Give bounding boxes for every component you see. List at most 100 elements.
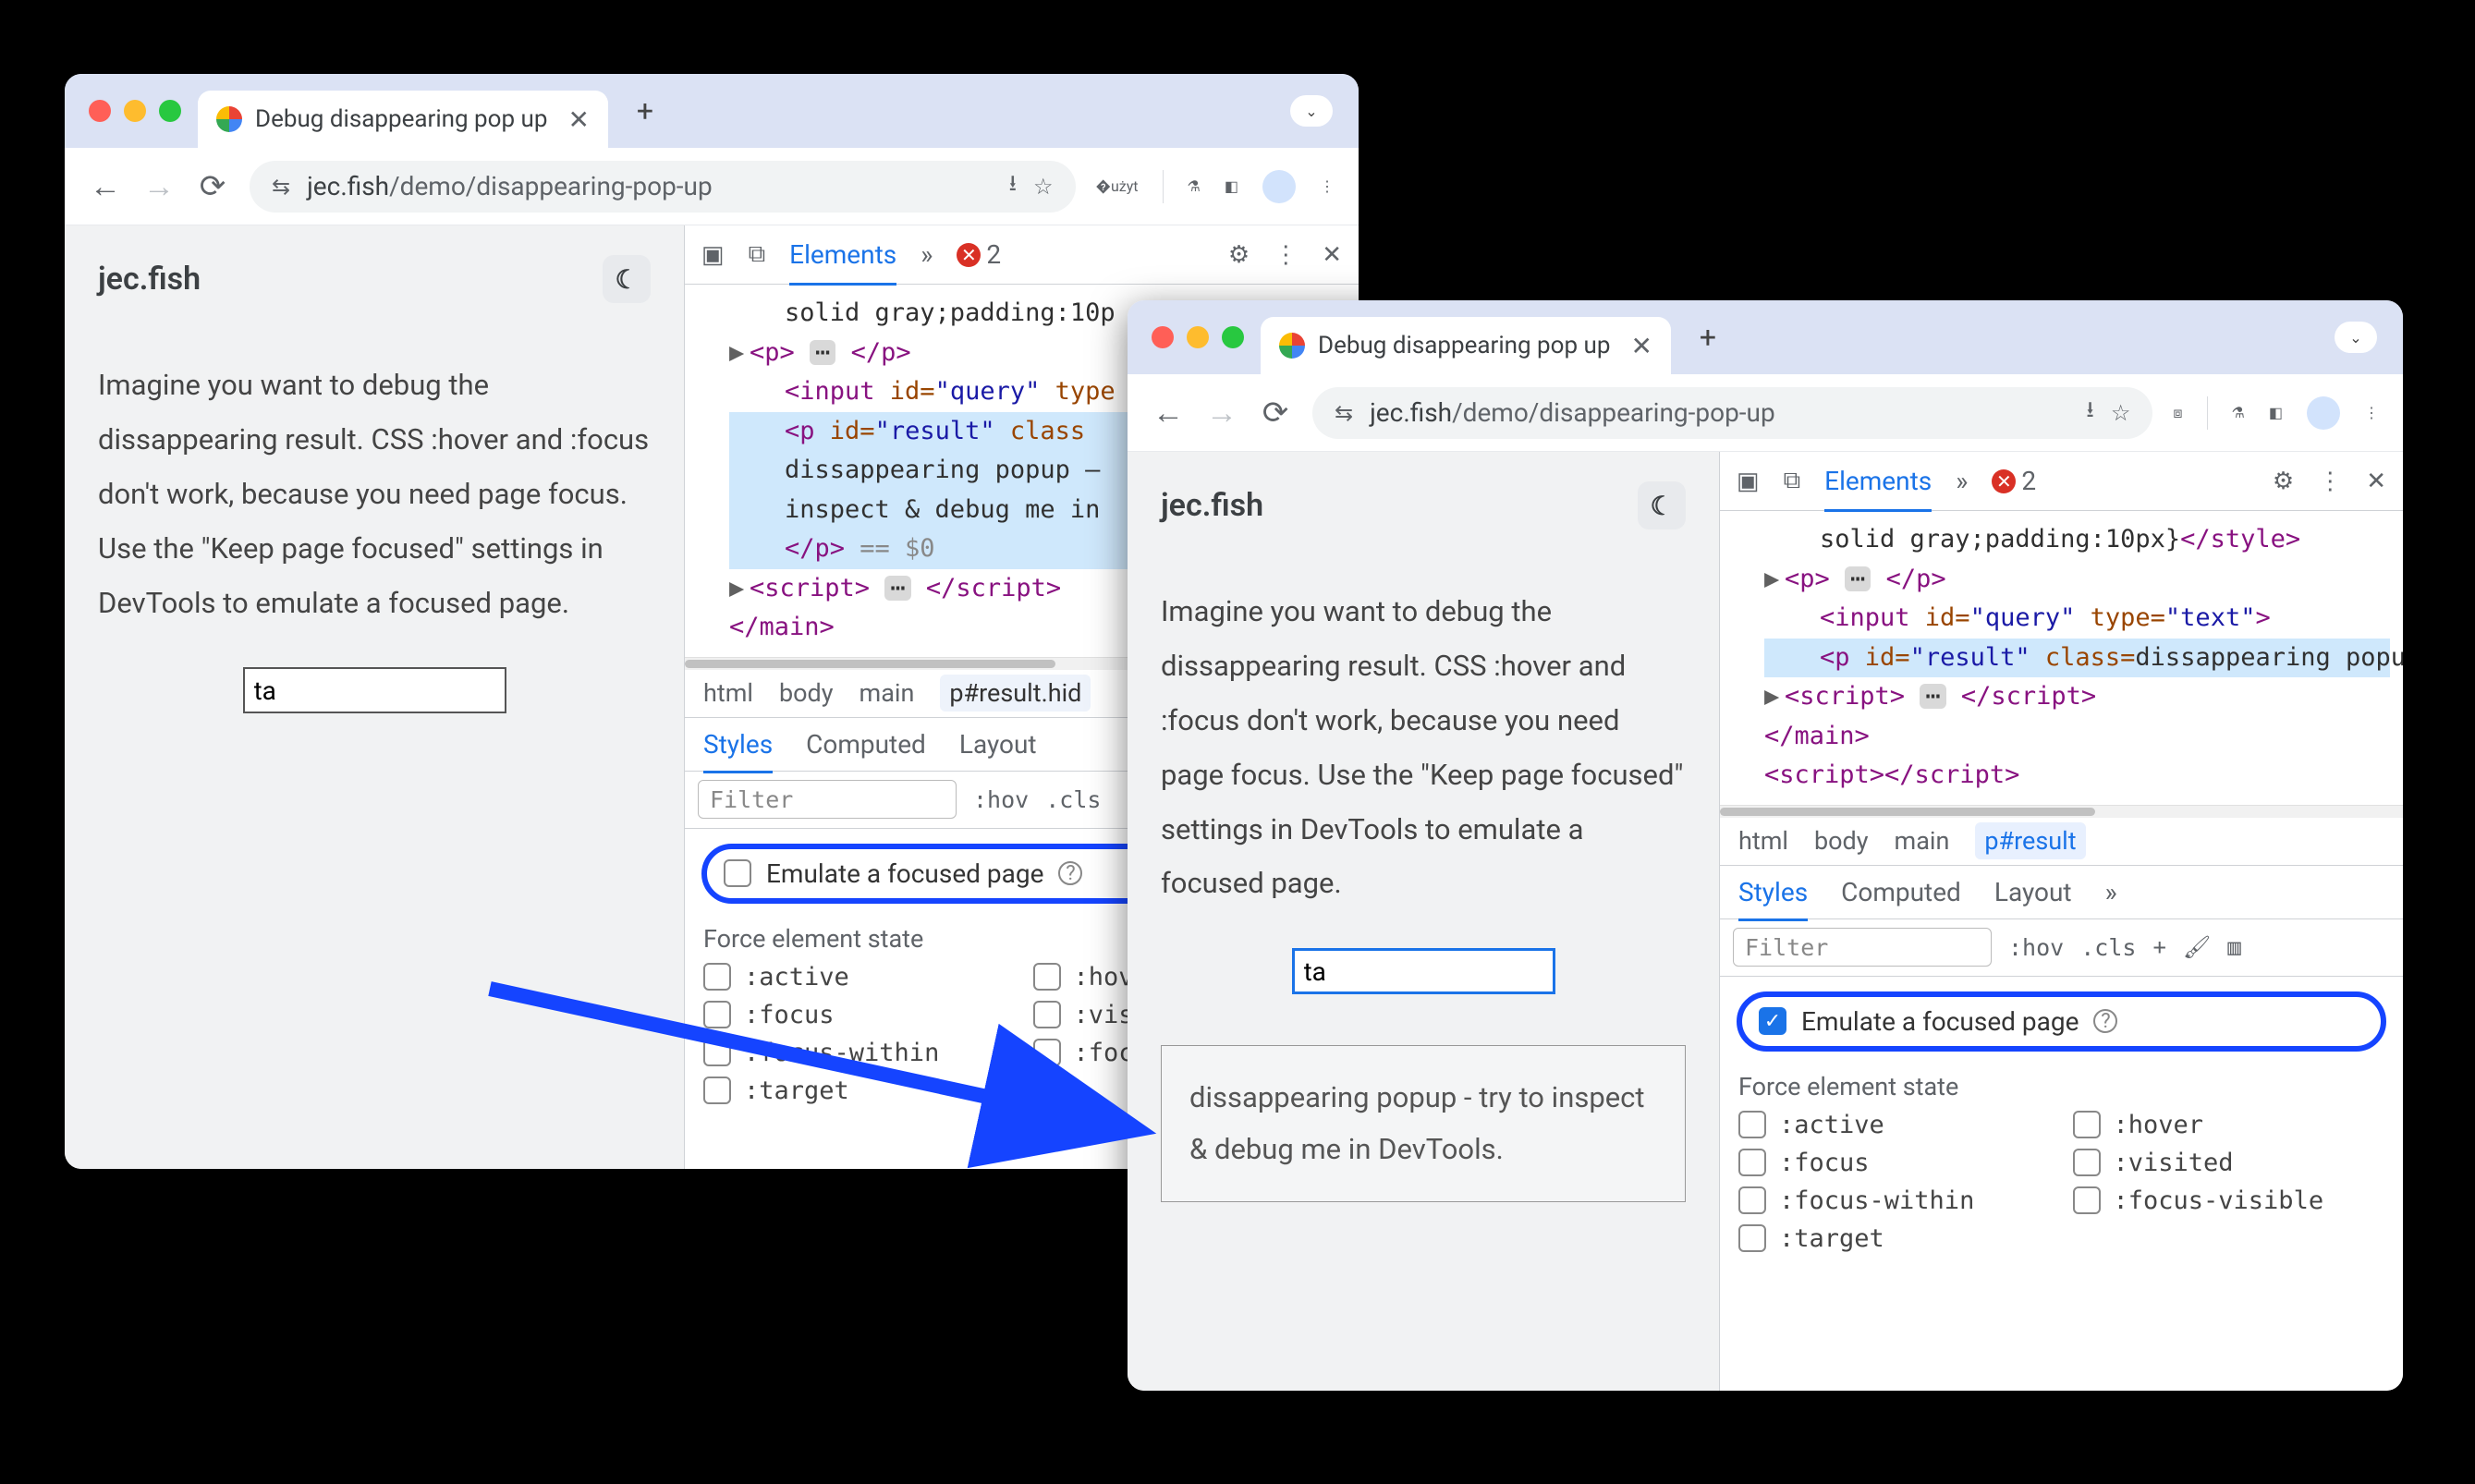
force-target-checkbox[interactable] [703, 1077, 731, 1104]
side-panel-icon[interactable]: ◧ [1225, 177, 1238, 195]
tab-computed[interactable]: Computed [1841, 877, 1961, 907]
tab-elements[interactable]: Elements [1824, 466, 1932, 512]
extensions-icon[interactable]: �użyt [1096, 177, 1139, 195]
maximize-window-button[interactable] [1222, 326, 1244, 348]
error-badge[interactable]: ✕2 [1992, 466, 2036, 496]
styles-filter-input[interactable]: Filter [1733, 928, 1992, 967]
close-window-button[interactable] [1152, 326, 1174, 348]
force-target-checkbox[interactable] [1738, 1224, 1766, 1252]
forward-button[interactable]: → [1205, 395, 1238, 432]
minimize-window-button[interactable] [124, 100, 146, 122]
browser-tab[interactable]: Debug disappearing pop up ✕ [198, 91, 608, 148]
site-info-icon[interactable]: ⇆ [272, 174, 290, 200]
install-pwa-icon[interactable]: ⭳ [2086, 394, 2093, 432]
toggle-cls-button[interactable]: .cls [1045, 786, 1101, 813]
crumb-main[interactable]: main [1895, 826, 1950, 856]
more-style-tabs-icon[interactable]: » [2105, 877, 2117, 907]
close-tab-icon[interactable]: ✕ [1630, 331, 1652, 361]
close-window-button[interactable] [89, 100, 111, 122]
bookmark-icon[interactable]: ☆ [2111, 400, 2131, 426]
crumb-html[interactable]: html [703, 678, 753, 708]
computed-panel-icon[interactable]: ▥ [2227, 934, 2240, 960]
theme-toggle-button[interactable]: ☾ [1638, 481, 1686, 529]
tab-styles[interactable]: Styles [703, 729, 773, 773]
tab-styles[interactable]: Styles [1738, 877, 1808, 921]
new-style-rule-icon[interactable]: + [2152, 934, 2165, 960]
query-input[interactable] [243, 667, 506, 713]
extensions-icon[interactable]: ⧈ [2173, 404, 2182, 422]
device-mode-icon[interactable]: ⧉ [1784, 467, 1801, 495]
force-active-checkbox[interactable] [1738, 1111, 1766, 1138]
forward-button[interactable]: → [142, 168, 176, 205]
maximize-window-button[interactable] [159, 100, 181, 122]
more-tabs-icon[interactable]: » [1956, 466, 1968, 496]
back-button[interactable]: ← [1152, 395, 1185, 432]
more-tabs-icon[interactable]: » [921, 239, 933, 270]
site-info-icon[interactable]: ⇆ [1335, 400, 1353, 426]
force-visited-checkbox[interactable] [2073, 1149, 2101, 1176]
labs-icon[interactable]: ⚗ [1188, 177, 1201, 195]
crumb-result[interactable]: p#result [1975, 822, 2085, 859]
profile-avatar[interactable] [2307, 396, 2340, 430]
toggle-cls-button[interactable]: .cls [2080, 934, 2136, 961]
bookmark-icon[interactable]: ☆ [1033, 174, 1054, 200]
tab-layout[interactable]: Layout [1994, 877, 2072, 907]
crumb-body[interactable]: body [779, 678, 834, 708]
browser-tab[interactable]: Debug disappearing pop up ✕ [1261, 317, 1671, 374]
force-focus-within-checkbox[interactable] [703, 1039, 731, 1066]
force-focus-within-checkbox[interactable] [1738, 1186, 1766, 1214]
emulate-focused-page-checkbox[interactable]: ✓ [1759, 1007, 1786, 1035]
chrome-menu-icon[interactable]: ⋮ [1320, 177, 1335, 195]
inspect-element-icon[interactable]: ▣ [1737, 468, 1760, 495]
address-bar[interactable]: ⇆ jec.fish/demo/disappearing-pop-up ⭳ ☆ [1312, 387, 2152, 439]
tab-search-button[interactable]: ⌄ [1290, 95, 1333, 127]
labs-icon[interactable]: ⚗ [2232, 404, 2245, 421]
emulate-focused-page-checkbox[interactable] [724, 859, 751, 887]
force-hover-checkbox[interactable] [1033, 963, 1061, 991]
toggle-hov-button[interactable]: :hov [2008, 934, 2064, 961]
minimize-window-button[interactable] [1187, 326, 1209, 348]
device-mode-icon[interactable]: ⧉ [749, 240, 766, 269]
tab-computed[interactable]: Computed [806, 729, 926, 760]
styles-filter-input[interactable]: Filter [698, 780, 957, 819]
new-tab-button[interactable]: + [1688, 317, 1728, 358]
force-visited-checkbox[interactable] [1033, 1001, 1061, 1028]
force-focus-checkbox[interactable] [1738, 1149, 1766, 1176]
close-devtools-icon[interactable]: ✕ [2366, 468, 2386, 495]
help-icon[interactable]: ? [2093, 1009, 2117, 1033]
crumb-main[interactable]: main [860, 678, 915, 708]
reload-button[interactable]: ⟳ [196, 168, 229, 205]
devtools-menu-icon[interactable]: ⋮ [1274, 241, 1298, 269]
tab-layout[interactable]: Layout [959, 729, 1037, 760]
query-input[interactable] [1292, 948, 1555, 994]
force-focus-checkbox[interactable] [703, 1001, 731, 1028]
tab-elements[interactable]: Elements [789, 239, 896, 286]
new-tab-button[interactable]: + [625, 91, 665, 131]
force-focus-visible-checkbox[interactable] [2073, 1186, 2101, 1214]
toggle-hov-button[interactable]: :hov [973, 786, 1029, 813]
close-devtools-icon[interactable]: ✕ [1322, 241, 1342, 269]
crumb-html[interactable]: html [1738, 826, 1788, 856]
reload-button[interactable]: ⟳ [1259, 395, 1292, 432]
crumb-body[interactable]: body [1814, 826, 1869, 856]
side-panel-icon[interactable]: ◧ [2269, 404, 2283, 421]
settings-icon[interactable]: ⚙ [2273, 468, 2294, 495]
dom-tree[interactable]: solid gray;padding:10px}</style> ▶<p> ⋯ … [1720, 511, 2403, 805]
force-focus-visible-checkbox[interactable] [1033, 1039, 1061, 1066]
breadcrumb[interactable]: html body main p#result [1720, 818, 2403, 866]
profile-avatar[interactable] [1262, 170, 1296, 203]
crumb-result[interactable]: p#result.hid [940, 675, 1091, 712]
tab-search-button[interactable]: ⌄ [2335, 322, 2377, 353]
force-hover-checkbox[interactable] [2073, 1111, 2101, 1138]
error-badge[interactable]: ✕2 [957, 239, 1001, 270]
help-icon[interactable]: ? [1058, 861, 1082, 885]
inspect-element-icon[interactable]: ▣ [701, 241, 725, 269]
back-button[interactable]: ← [89, 168, 122, 205]
address-bar[interactable]: ⇆ jec.fish/demo/disappearing-pop-up ⭳ ☆ [250, 161, 1076, 213]
install-pwa-icon[interactable]: ⭳ [1009, 167, 1017, 205]
devtools-menu-icon[interactable]: ⋮ [2318, 468, 2342, 495]
chrome-menu-icon[interactable]: ⋮ [2364, 404, 2379, 421]
settings-icon[interactable]: ⚙ [1228, 241, 1250, 269]
dom-scrollbar[interactable] [1720, 805, 2403, 818]
rendering-icon[interactable]: 🖌 [2183, 934, 2211, 960]
